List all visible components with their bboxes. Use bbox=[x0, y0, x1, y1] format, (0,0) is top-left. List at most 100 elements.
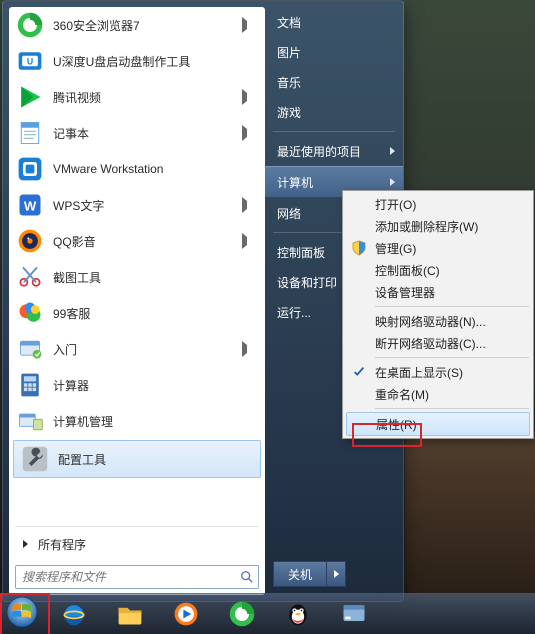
shutdown-label: 关机 bbox=[288, 566, 312, 583]
taskbar bbox=[0, 593, 535, 634]
context-menu-label: 映射网络驱动器(N)... bbox=[375, 313, 486, 330]
context-menu-label: 添加或删除程序(W) bbox=[375, 218, 478, 235]
start-right-label: 运行... bbox=[277, 304, 311, 321]
wmp-icon bbox=[172, 600, 200, 628]
taskbar-button-wmp[interactable] bbox=[160, 597, 212, 631]
context-menu-label: 在桌面上显示(S) bbox=[375, 364, 463, 381]
shutdown-row: 关机 bbox=[265, 561, 403, 595]
wrench-icon bbox=[20, 444, 50, 474]
context-menu-item[interactable]: 管理(G) bbox=[345, 237, 531, 259]
start-right-item[interactable]: 最近使用的项目 bbox=[265, 136, 403, 166]
shutdown-button[interactable]: 关机 bbox=[273, 561, 327, 587]
context-menu-label: 设备管理器 bbox=[375, 284, 435, 301]
search-row bbox=[9, 559, 265, 595]
context-menu-label: 属性(R) bbox=[376, 416, 417, 433]
program-item[interactable]: U U深度U盘启动盘制作工具 bbox=[9, 43, 265, 79]
start-right-item[interactable]: 音乐 bbox=[265, 67, 403, 97]
context-menu-item[interactable]: 打开(O) bbox=[345, 193, 531, 215]
arrow-right-icon bbox=[334, 570, 339, 578]
wps-icon: W bbox=[15, 190, 45, 220]
search-box[interactable] bbox=[15, 565, 259, 589]
start-right-label: 图片 bbox=[277, 44, 301, 61]
program-item[interactable]: 配置工具 bbox=[13, 440, 261, 478]
separator bbox=[375, 306, 529, 307]
program-label: 99客服 bbox=[53, 305, 259, 322]
start-right-item[interactable]: 文档 bbox=[265, 7, 403, 37]
program-label: 计算机管理 bbox=[53, 413, 259, 430]
tencentvideo-icon bbox=[15, 82, 45, 112]
start-right-label: 游戏 bbox=[277, 104, 301, 121]
program-item[interactable]: QQ影音 bbox=[9, 223, 265, 259]
qq-icon bbox=[284, 600, 312, 628]
search-icon bbox=[240, 570, 254, 584]
program-item[interactable]: 腾讯视频 bbox=[9, 79, 265, 115]
start-right-label: 计算机 bbox=[277, 174, 313, 191]
submenu-arrow-icon bbox=[242, 89, 255, 105]
start-right-label: 控制面板 bbox=[277, 244, 325, 261]
start-right-label: 设备和打印 bbox=[277, 274, 337, 291]
ie-icon bbox=[60, 600, 88, 628]
submenu-arrow-icon bbox=[242, 341, 255, 357]
program-label: QQ影音 bbox=[53, 233, 242, 250]
start-right-item[interactable]: 图片 bbox=[265, 37, 403, 67]
program-item[interactable]: 截图工具 bbox=[9, 259, 265, 295]
start-button[interactable] bbox=[4, 594, 44, 634]
program-item[interactable]: VMware Workstation bbox=[9, 151, 265, 187]
context-menu-item[interactable]: 控制面板(C) bbox=[345, 259, 531, 281]
browser360-icon bbox=[228, 600, 256, 628]
context-menu-label: 管理(G) bbox=[375, 240, 416, 257]
separator bbox=[375, 357, 529, 358]
shield-icon bbox=[349, 238, 369, 258]
task-icon bbox=[340, 600, 368, 628]
calc-icon bbox=[15, 370, 45, 400]
program-label: 记事本 bbox=[53, 125, 242, 142]
svg-text:W: W bbox=[24, 198, 37, 213]
program-item[interactable]: 计算器 bbox=[9, 367, 265, 403]
program-label: WPS文字 bbox=[53, 197, 242, 214]
check-icon bbox=[349, 362, 369, 382]
context-menu-item[interactable]: 重命名(M) bbox=[345, 383, 531, 405]
program-label: 配置工具 bbox=[58, 451, 254, 468]
taskbar-button-qq[interactable] bbox=[272, 597, 324, 631]
program-label: U深度U盘启动盘制作工具 bbox=[53, 53, 259, 70]
context-menu-item[interactable]: 断开网络驱动器(C)... bbox=[345, 332, 531, 354]
snipping-icon bbox=[15, 262, 45, 292]
start-right-label: 最近使用的项目 bbox=[277, 143, 361, 160]
shutdown-options-button[interactable] bbox=[327, 561, 346, 587]
svg-text:U: U bbox=[27, 57, 33, 67]
program-label: 360安全浏览器7 bbox=[53, 17, 242, 34]
context-menu-item[interactable]: 在桌面上显示(S) bbox=[345, 361, 531, 383]
start-menu-left-pane: 360安全浏览器7 U U深度U盘启动盘制作工具腾讯视频记事本 VMware Work… bbox=[9, 7, 265, 595]
program-item[interactable]: 360安全浏览器7 bbox=[9, 7, 265, 43]
taskbar-button-ie[interactable] bbox=[48, 597, 100, 631]
taskbar-button-task[interactable] bbox=[328, 597, 380, 631]
context-menu-item[interactable]: 设备管理器 bbox=[345, 281, 531, 303]
search-input[interactable] bbox=[20, 569, 240, 585]
program-item[interactable]: 记事本 bbox=[9, 115, 265, 151]
program-item[interactable]: 计算机管理 bbox=[9, 403, 265, 439]
taskbar-button-browser360[interactable] bbox=[216, 597, 268, 631]
program-item[interactable]: 入门 bbox=[9, 331, 265, 367]
program-item[interactable]: 99客服 bbox=[9, 295, 265, 331]
taskbar-button-explorer[interactable] bbox=[104, 597, 156, 631]
arrow-right-icon bbox=[23, 540, 28, 548]
program-list: 360安全浏览器7 U U深度U盘启动盘制作工具腾讯视频记事本 VMware Work… bbox=[9, 7, 265, 524]
program-label: 计算器 bbox=[53, 377, 259, 394]
program-item[interactable]: W WPS文字 bbox=[9, 187, 265, 223]
browser360-icon bbox=[15, 10, 45, 40]
mgmt-icon bbox=[15, 406, 45, 436]
program-label: VMware Workstation bbox=[53, 162, 259, 176]
program-label: 入门 bbox=[53, 341, 242, 358]
submenu-arrow-icon bbox=[242, 233, 255, 249]
context-menu-item[interactable]: 映射网络驱动器(N)... bbox=[345, 310, 531, 332]
qqplayer-icon bbox=[15, 226, 45, 256]
notepad-icon bbox=[15, 118, 45, 148]
all-programs[interactable]: 所有程序 bbox=[9, 529, 265, 559]
submenu-arrow-icon bbox=[242, 17, 255, 33]
vmware-icon bbox=[15, 154, 45, 184]
context-menu: 打开(O) 添加或删除程序(W) 管理(G) 控制面板(C) 设备管理器映射网络驱动器(… bbox=[342, 190, 534, 439]
context-menu-item[interactable]: 属性(R) bbox=[346, 412, 530, 436]
start-right-label: 网络 bbox=[277, 205, 301, 222]
start-right-item[interactable]: 游戏 bbox=[265, 97, 403, 127]
context-menu-item[interactable]: 添加或删除程序(W) bbox=[345, 215, 531, 237]
